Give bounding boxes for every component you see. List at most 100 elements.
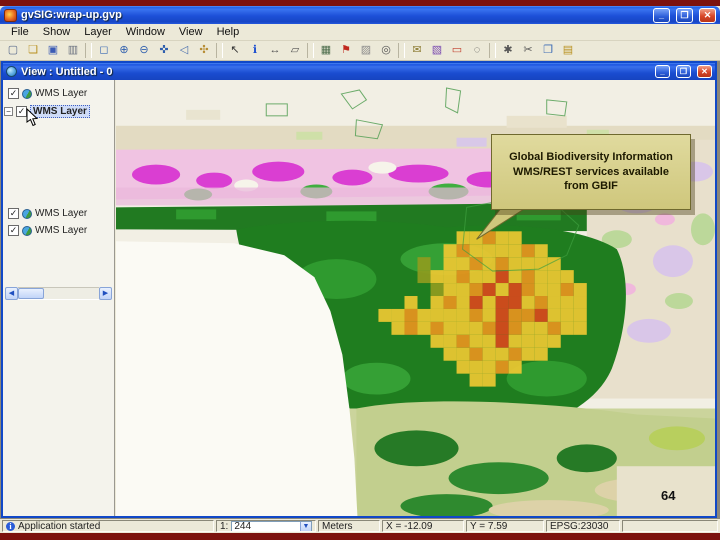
minimize-button[interactable]: _ [653, 7, 670, 23]
scroll-right-arrow-icon[interactable]: ▶ [99, 287, 112, 300]
heatmap-cell [430, 283, 444, 297]
new-document-icon[interactable]: ▢ [3, 42, 23, 59]
locate-icon[interactable]: ◎ [376, 42, 396, 59]
scissors-icon[interactable]: ✂ [518, 42, 538, 59]
view-close-button[interactable]: ✕ [697, 65, 712, 78]
heatmap-cell [495, 334, 509, 348]
heatmap-cell [469, 360, 483, 374]
zoom-previous-icon[interactable]: ◁ [174, 42, 194, 59]
map-viewport[interactable]: Global Biodiversity Information WMS/REST… [116, 80, 715, 516]
south-landcover [348, 401, 715, 516]
heatmap-cell [469, 373, 483, 387]
layer-label[interactable]: WMS Layer [35, 88, 87, 99]
heatmap-cell [521, 270, 535, 284]
layer-item-3[interactable]: ✓ WMS Layer [3, 206, 114, 221]
open-project-icon[interactable]: ❏ [23, 42, 43, 59]
measure-distance-icon[interactable]: ↔ [265, 42, 285, 59]
search-icon[interactable]: ◌ [467, 42, 487, 59]
heatmap-cell [508, 360, 522, 374]
heatmap-cell [482, 296, 496, 309]
zoom-select-icon[interactable]: ◻ [94, 42, 114, 59]
wms-layer-icon [22, 225, 32, 236]
heatmap-cell [547, 296, 561, 309]
info-tool-icon[interactable]: ℹ [245, 42, 265, 59]
collapse-icon[interactable]: − [4, 107, 13, 116]
layer-label[interactable]: WMS Layer [35, 208, 87, 219]
layer-checkbox[interactable]: ✓ [8, 88, 19, 99]
measure-area-icon[interactable]: ▱ [285, 42, 305, 59]
layer-checkbox[interactable]: ✓ [8, 225, 19, 236]
menu-item-show[interactable]: Show [36, 25, 78, 39]
toc-horizontal-scrollbar[interactable]: ◀ ▶ [5, 287, 112, 300]
layer-label[interactable]: WMS Layer [35, 225, 87, 236]
zoom-full-extent-icon[interactable]: ✜ [154, 42, 174, 59]
heatmap-cell [521, 321, 535, 335]
heatmap-cell [404, 321, 418, 335]
layer-checkbox[interactable]: ✓ [8, 208, 19, 219]
copy-doc-icon[interactable]: ❐ [538, 42, 558, 59]
select-arrow-icon[interactable]: ↖ [225, 42, 245, 59]
heatmap-cell [456, 296, 470, 309]
heatmap-cell [482, 283, 496, 297]
frame-icon[interactable]: ▭ [447, 42, 467, 59]
window-titlebar[interactable]: gvSIG:wrap-up.gvp _ ❐ ✕ [0, 6, 720, 24]
scale-combo[interactable]: 244 ▼ [231, 521, 312, 531]
envelope-icon[interactable]: ✉ [407, 42, 427, 59]
clear-selection-icon[interactable]: ▨ [356, 42, 376, 59]
menu-item-layer[interactable]: Layer [77, 25, 119, 39]
scale-value[interactable]: 244 [232, 521, 300, 531]
menu-item-file[interactable]: File [4, 25, 36, 39]
heatmap-cell [456, 334, 470, 348]
heatmap-cell [534, 334, 548, 348]
view-window-titlebar[interactable]: View : Untitled - 0 _ ❐ ✕ [3, 63, 715, 80]
heatmap-cell [430, 334, 444, 348]
heatmap-cell [573, 296, 587, 309]
menu-item-window[interactable]: Window [119, 25, 172, 39]
view-minimize-button[interactable]: _ [655, 65, 670, 78]
save-icon[interactable]: ▣ [43, 42, 63, 59]
view-maximize-button[interactable]: ❐ [676, 65, 691, 78]
heatmap-cell [547, 270, 561, 284]
chart-icon[interactable]: ▧ [427, 42, 447, 59]
maximize-button[interactable]: ❐ [676, 7, 693, 23]
toolbar-separator [307, 43, 314, 58]
scroll-left-arrow-icon[interactable]: ◀ [5, 287, 18, 300]
heatmap-cell [482, 270, 496, 284]
heatmap-cell [495, 296, 509, 309]
layer-item-4[interactable]: ✓ WMS Layer [3, 223, 114, 238]
heatmap-cell [508, 321, 522, 335]
settings-icon[interactable]: ✱ [498, 42, 518, 59]
menu-item-help[interactable]: Help [210, 25, 247, 39]
units-segment: Meters [318, 520, 380, 532]
menu-item-view[interactable]: View [172, 25, 210, 39]
attribute-table-icon[interactable]: ▦ [316, 42, 336, 59]
heatmap-cell [560, 308, 574, 322]
layer-item-2-selected[interactable]: − ✓ WMS Layer [3, 104, 114, 119]
heatmap-cell [521, 308, 535, 322]
zoom-in-icon[interactable]: ⊕ [114, 42, 134, 59]
pan-icon[interactable]: ✣ [194, 42, 214, 59]
heatmap-cell [443, 296, 457, 309]
heatmap-cell [443, 257, 457, 271]
close-button[interactable]: ✕ [699, 7, 716, 23]
paste-doc-icon[interactable]: ▤ [558, 42, 578, 59]
heatmap-cell [547, 308, 561, 322]
print-icon[interactable]: ▥ [63, 42, 83, 59]
scrollbar-thumb[interactable] [18, 288, 44, 299]
chevron-down-icon[interactable]: ▼ [300, 521, 311, 531]
zoom-out-icon[interactable]: ⊖ [134, 42, 154, 59]
heatmap-cell [456, 360, 470, 374]
heatmap-cell [495, 244, 509, 258]
heatmap-cell [469, 321, 483, 335]
heatmap-cell [495, 257, 509, 271]
heatmap-cell [430, 308, 444, 322]
flag-icon[interactable]: ⚑ [336, 42, 356, 59]
heatmap-cell [547, 283, 561, 297]
heatmap-cell [521, 296, 535, 309]
x-coordinate-segment: X = -12.09 [382, 520, 464, 532]
scrollbar-track[interactable] [18, 287, 99, 300]
heatmap-cell [573, 308, 587, 322]
layer-item-1[interactable]: ✓ WMS Layer [3, 86, 114, 101]
heatmap-cell [573, 321, 587, 335]
heatmap-cell [508, 308, 522, 322]
